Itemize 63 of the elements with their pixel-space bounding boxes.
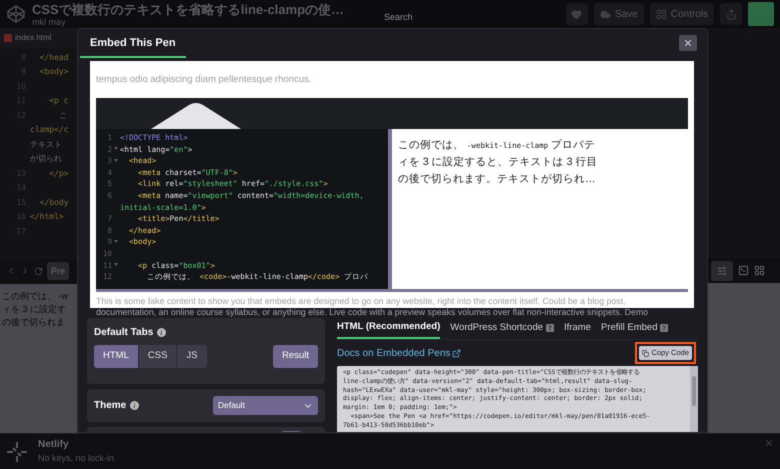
mountain-icon [151,101,241,129]
close-icon [683,38,693,48]
cube-logo-icon[interactable] [6,4,26,24]
docs-link[interactable]: Docs on Embedded Pens [337,346,462,360]
result-toggle[interactable]: Result [273,345,318,368]
fold-icon[interactable] [114,158,118,163]
notice-subtitle: No keys, no lock-in [38,452,114,466]
code-line: テキスト [30,138,62,151]
code-line: </p> [48,168,69,180]
code-line: <p c [48,95,69,108]
embed-tab[interactable]: Prefill Embed [600,317,658,339]
html-file-icon [4,34,12,42]
cloud-icon [600,8,611,20]
embed-tab[interactable]: WordPress Shortcode [450,317,544,339]
dialog-tab[interactable]: Embed This Pen [80,31,186,58]
pen-title: CSSで複数行のテキストを省略するline-clampの使… [32,2,346,16]
layout-icon[interactable] [754,265,765,276]
terminal-icon[interactable] [738,265,749,276]
fold-icon[interactable] [114,263,118,268]
heart-button[interactable] [566,3,588,25]
sliders-icon [717,266,727,276]
preview-text: ィを 3 に設定す [2,302,68,316]
sample-text: This is some fake content to show you that embeds are designed to go on any website, right into the content itself. Could be a blog post, [96,296,627,307]
fold-icon[interactable] [114,240,118,244]
preview-text: の後で切られま [2,316,66,329]
tab-toggle[interactable]: HTML [94,345,139,368]
embed-code-box[interactable] [337,366,690,432]
code-line: clamp</c [30,124,69,136]
theme-dropdown[interactable]: Default [213,396,318,415]
preview-text: この例では、 -w [2,290,69,303]
card-title: Default Tabs [94,326,154,340]
notice-title: Netlify [38,438,70,452]
close-icon[interactable] [764,438,774,448]
help-icon[interactable] [546,324,554,332]
share-button[interactable] [720,3,742,25]
code-line: こ [58,110,67,122]
external-link-icon [452,348,462,358]
search-label[interactable]: Search [384,11,413,25]
code-line: が切られ [30,153,62,166]
info-icon[interactable] [157,328,166,337]
help-icon[interactable] [660,324,668,332]
sample-text: documentation, an online course syllabus, or anything else. Live code with a preview speaks volumes over flat non-interactive snippets. Demo [96,307,650,318]
tab-toggle[interactable]: CSS [138,345,178,368]
code-line: <body> [38,66,69,78]
netlify-logo-icon [6,440,28,462]
close-button[interactable] [679,35,697,51]
reload-icon[interactable] [34,266,43,276]
code-line: </body [38,196,69,209]
settings-button[interactable] [711,260,733,280]
sample-text: tempus odio adipiscing diam pellentesque rhoncus. [96,73,312,86]
fold-icon[interactable] [114,147,118,152]
scrollbar[interactable] [690,366,698,432]
copy-icon [642,350,650,356]
heart-icon [571,8,582,20]
card-title: Theme [94,399,126,413]
embed-tab[interactable]: Iframe [564,317,591,339]
grid-icon [656,8,667,20]
code-line: </html> [30,211,64,224]
tab-toggle[interactable]: JS [177,345,208,368]
code-line: </head [38,52,69,64]
share-icon [726,8,736,20]
embed-tab[interactable]: HTML (Recommended) [337,317,440,339]
info-icon[interactable] [130,401,140,410]
